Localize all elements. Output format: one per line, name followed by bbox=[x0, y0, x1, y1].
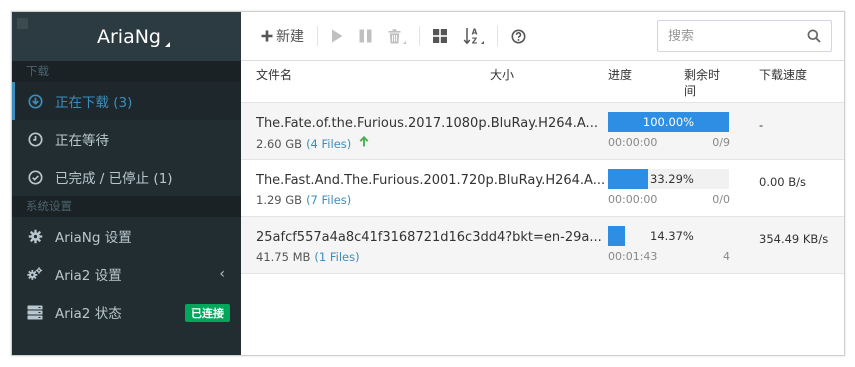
app-logo[interactable]: AriaNg bbox=[97, 26, 161, 48]
chevron-left-icon: ‹ bbox=[219, 266, 225, 282]
sidebar: AriaNg 下载 正在下载 (3) 正在等待 已完成 / 已停止 (1) 系统… bbox=[12, 12, 241, 355]
pause-icon bbox=[359, 29, 372, 43]
start-button[interactable] bbox=[323, 21, 351, 51]
delete-dropdown-caret-icon bbox=[403, 40, 406, 44]
task-connections: 0/0 bbox=[712, 193, 730, 206]
help-button[interactable] bbox=[503, 21, 534, 51]
clock-icon bbox=[27, 131, 43, 147]
task-connections: 0/9 bbox=[712, 136, 730, 149]
task-meta: 2.60 GB (4 Files) bbox=[256, 135, 369, 151]
task-row[interactable]: 25afcf557a4a8c41f3168721d16c3dd4?bkt=en-… bbox=[241, 217, 844, 274]
sort-button[interactable]: AZ bbox=[455, 21, 492, 51]
new-task-label: 新建 bbox=[276, 29, 304, 45]
sidebar-item-label: AriaNg 设置 bbox=[55, 230, 132, 246]
progress-bar: 14.37% bbox=[608, 226, 729, 246]
task-files-link[interactable]: (1 Files) bbox=[314, 250, 359, 264]
grid-icon bbox=[433, 29, 447, 43]
main-panel: 新建 A Z 搜索 文件名 大小 进度 剩余时 间 下载速度 The.Fate.… bbox=[241, 12, 844, 355]
task-name[interactable]: The.Fast.And.The.Furious.2001.720p.BluRa… bbox=[256, 173, 605, 188]
download-circle-icon bbox=[27, 93, 43, 109]
section-header-downloads: 下载 bbox=[12, 61, 241, 82]
check-circle-icon bbox=[27, 169, 43, 185]
server-icon bbox=[27, 304, 43, 320]
svg-text:Z: Z bbox=[472, 37, 478, 45]
progress-fill bbox=[608, 169, 649, 189]
task-table-header: 文件名 大小 进度 剩余时 间 下载速度 bbox=[241, 61, 844, 103]
gears-icon bbox=[27, 266, 43, 282]
logo-bar: AriaNg bbox=[12, 12, 241, 61]
sidebar-item-aria2-settings[interactable]: Aria2 设置 ‹ bbox=[12, 255, 241, 293]
task-size: 1.29 GB bbox=[256, 193, 303, 207]
task-files-link[interactable]: (7 Files) bbox=[306, 193, 351, 207]
toolbar-divider bbox=[497, 26, 498, 46]
sidebar-item-stopped[interactable]: 已完成 / 已停止 (1) bbox=[12, 158, 241, 196]
play-icon bbox=[331, 29, 343, 43]
trash-icon bbox=[388, 28, 401, 44]
pause-button[interactable] bbox=[351, 21, 380, 51]
task-connections: 4 bbox=[723, 250, 730, 263]
sort-dropdown-caret-icon bbox=[481, 40, 484, 44]
question-circle-icon bbox=[511, 29, 526, 44]
column-header-size[interactable]: 大小 bbox=[490, 67, 514, 83]
task-remaining-time: 00:01:43 bbox=[608, 250, 658, 263]
sort-alpha-icon: AZ bbox=[463, 27, 479, 45]
sidebar-item-label: Aria2 设置 bbox=[55, 268, 122, 284]
sidebar-item-label: 正在下载 (3) bbox=[55, 95, 133, 111]
task-size: 41.75 MB bbox=[256, 250, 311, 264]
search-box bbox=[657, 20, 832, 52]
column-header-remaining-line1: 剩余时 bbox=[684, 68, 721, 82]
sidebar-item-label: Aria2 状态 bbox=[55, 306, 122, 322]
svg-text:A: A bbox=[472, 28, 478, 37]
task-name[interactable]: The.Fate.of.the.Furious.2017.1080p.BluRa… bbox=[256, 116, 598, 131]
logo-caret-icon bbox=[165, 42, 170, 47]
gear-icon bbox=[27, 228, 43, 244]
task-remaining-time: 00:00:00 bbox=[608, 136, 658, 149]
task-row[interactable]: The.Fate.of.the.Furious.2017.1080p.BluRa… bbox=[241, 103, 844, 160]
task-speed: - bbox=[759, 118, 764, 132]
column-header-remaining[interactable]: 剩余时 间 bbox=[684, 67, 720, 99]
app-window: AriaNg 下载 正在下载 (3) 正在等待 已完成 / 已停止 (1) 系统… bbox=[11, 11, 845, 356]
sidebar-item-label: 已完成 / 已停止 (1) bbox=[55, 171, 173, 187]
progress-bar: 33.29% bbox=[608, 169, 729, 189]
window-icon bbox=[17, 18, 28, 29]
new-task-button[interactable]: 新建 bbox=[253, 21, 312, 51]
toolbar-divider bbox=[419, 26, 420, 46]
column-header-remaining-line2: 间 bbox=[684, 84, 697, 98]
task-speed: 0.00 B/s bbox=[759, 175, 807, 189]
toolbar-divider bbox=[317, 26, 318, 46]
progress-percent: 33.29% bbox=[650, 172, 694, 186]
seeding-arrow-up-icon bbox=[359, 135, 369, 151]
sidebar-item-waiting[interactable]: 正在等待 bbox=[12, 120, 241, 158]
sidebar-item-downloading[interactable]: 正在下载 (3) bbox=[12, 82, 241, 120]
task-meta: 41.75 MB (1 Files) bbox=[256, 250, 360, 264]
column-header-speed[interactable]: 下载速度 bbox=[759, 67, 807, 83]
search-icon[interactable] bbox=[807, 29, 821, 46]
task-row[interactable]: The.Fast.And.The.Furious.2001.720p.BluRa… bbox=[241, 160, 844, 217]
sidebar-item-label: 正在等待 bbox=[55, 133, 109, 149]
progress-fill bbox=[608, 226, 626, 246]
progress-bar: 100.00% bbox=[608, 112, 729, 132]
delete-button[interactable] bbox=[380, 21, 414, 51]
column-header-progress[interactable]: 进度 bbox=[608, 67, 632, 83]
task-name[interactable]: 25afcf557a4a8c41f3168721d16c3dd4?bkt=en-… bbox=[256, 230, 602, 245]
toolbar: 新建 A Z 搜索 bbox=[241, 12, 844, 61]
progress-percent: 14.37% bbox=[650, 229, 694, 243]
progress-percent: 100.00% bbox=[642, 115, 695, 129]
task-files-link[interactable]: (4 Files) bbox=[306, 137, 351, 151]
column-header-name[interactable]: 文件名 bbox=[256, 67, 292, 83]
display-mode-button[interactable] bbox=[425, 21, 455, 51]
task-speed: 354.49 KB/s bbox=[759, 232, 829, 246]
sidebar-item-aria2-status[interactable]: Aria2 状态 已连接 bbox=[12, 293, 241, 331]
connection-status-badge: 已连接 bbox=[185, 304, 230, 322]
task-remaining-time: 00:00:00 bbox=[608, 193, 658, 206]
search-input[interactable] bbox=[668, 28, 798, 44]
task-meta: 1.29 GB (7 Files) bbox=[256, 193, 351, 207]
section-header-settings: 系统设置 bbox=[12, 196, 241, 217]
sidebar-item-ariang-settings[interactable]: AriaNg 设置 bbox=[12, 217, 241, 255]
plus-icon bbox=[261, 30, 273, 42]
task-size: 2.60 GB bbox=[256, 136, 303, 151]
